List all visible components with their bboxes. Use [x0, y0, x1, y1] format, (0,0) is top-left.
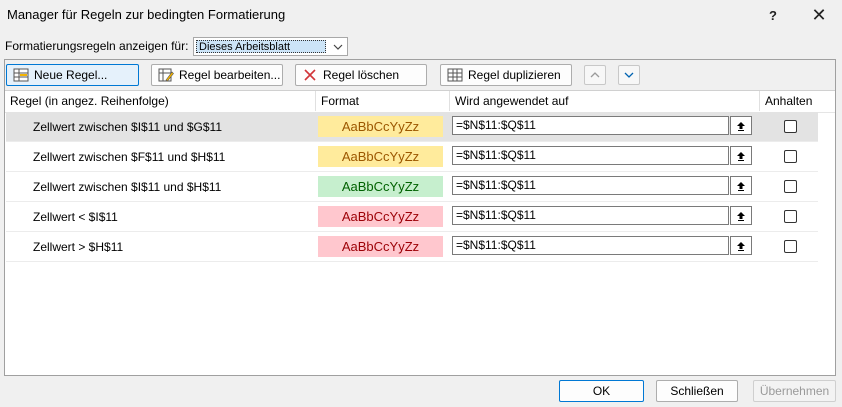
rule-description: Zellwert > $H$11 — [33, 240, 124, 254]
format-preview: AaBbCcYyZz — [318, 146, 443, 167]
move-up-button[interactable] — [584, 65, 606, 85]
collapse-range-button[interactable] — [730, 236, 752, 255]
edit-rule-button[interactable]: Regel bearbeiten... — [151, 64, 283, 86]
collapse-range-button[interactable] — [730, 176, 752, 195]
column-header-format: Format — [316, 91, 450, 111]
chevron-down-icon[interactable] — [329, 38, 347, 55]
format-preview: AaBbCcYyZz — [318, 116, 443, 137]
stop-if-true-checkbox[interactable] — [784, 240, 797, 253]
help-button[interactable]: ? — [750, 0, 796, 30]
rule-row[interactable]: Zellwert zwischen $I$11 und $G$11 AaBbCc… — [6, 112, 818, 142]
collapse-range-button[interactable] — [730, 116, 752, 135]
collapse-range-button[interactable] — [730, 146, 752, 165]
new-rule-label: Neue Regel... — [34, 68, 108, 82]
rule-row[interactable]: Zellwert zwischen $F$11 und $H$11 AaBbCc… — [6, 142, 818, 172]
stop-if-true-checkbox[interactable] — [784, 210, 797, 223]
window-title: Manager für Regeln zur bedingten Formati… — [7, 7, 286, 22]
column-header-rule: Regel (in angez. Reihenfolge) — [5, 91, 316, 111]
applies-to-input[interactable]: =$N$11:$Q$11 — [452, 206, 729, 225]
range-select-icon — [737, 181, 745, 191]
range-select-icon — [737, 211, 745, 221]
rule-row[interactable]: Zellwert zwischen $I$11 und $H$11 AaBbCc… — [6, 172, 818, 202]
format-preview: AaBbCcYyZz — [318, 206, 443, 227]
rule-description: Zellwert zwischen $I$11 und $H$11 — [33, 180, 222, 194]
applies-to-input[interactable]: =$N$11:$Q$11 — [452, 146, 729, 165]
format-preview: AaBbCcYyZz — [318, 176, 443, 197]
ok-button[interactable]: OK — [559, 380, 644, 402]
range-select-icon — [737, 151, 745, 161]
format-preview: AaBbCcYyZz — [318, 236, 443, 257]
move-down-button[interactable] — [618, 65, 640, 85]
stop-if-true-checkbox[interactable] — [784, 150, 797, 163]
show-rules-label: Formatierungsregeln anzeigen für: — [5, 39, 189, 53]
column-header-stop: Anhalten — [765, 94, 813, 108]
delete-rule-label: Regel löschen — [323, 68, 400, 82]
rule-description: Zellwert zwischen $F$11 und $H$11 — [33, 150, 226, 164]
edit-rule-icon — [158, 68, 174, 82]
delete-rule-button[interactable]: Regel löschen — [295, 64, 427, 86]
range-select-icon — [737, 121, 745, 131]
range-select-icon — [737, 241, 745, 251]
close-window-button[interactable]: ✕ — [796, 0, 842, 30]
stop-if-true-checkbox[interactable] — [784, 180, 797, 193]
close-button[interactable]: Schließen — [656, 380, 738, 402]
new-rule-button[interactable]: Neue Regel... — [6, 64, 139, 86]
duplicate-rule-button[interactable]: Regel duplizieren — [440, 64, 572, 86]
applies-to-input[interactable]: =$N$11:$Q$11 — [452, 236, 729, 255]
chevron-up-icon — [590, 72, 600, 78]
title-bar: Manager für Regeln zur bedingten Formati… — [0, 0, 842, 30]
show-rules-selected-value: Dieses Arbeitsblatt — [196, 40, 326, 53]
duplicate-icon — [447, 68, 463, 82]
rule-description: Zellwert < $I$11 — [33, 210, 118, 224]
duplicate-rule-label: Regel duplizieren — [468, 68, 561, 82]
applies-to-input[interactable]: =$N$11:$Q$11 — [452, 176, 729, 195]
rules-toolbar: Neue Regel... Regel bearbeiten... Regel … — [5, 60, 835, 91]
rule-row[interactable]: Zellwert > $H$11 AaBbCcYyZz =$N$11:$Q$11 — [6, 232, 818, 262]
column-header-applies-to: Wird angewendet auf — [450, 91, 760, 111]
stop-if-true-checkbox[interactable] — [784, 120, 797, 133]
rule-row[interactable]: Zellwert < $I$11 AaBbCcYyZz =$N$11:$Q$11 — [6, 202, 818, 232]
edit-rule-label: Regel bearbeiten... — [179, 68, 281, 82]
new-rule-icon — [13, 68, 29, 82]
show-rules-select[interactable]: Dieses Arbeitsblatt — [193, 37, 348, 56]
chevron-down-icon — [624, 72, 634, 78]
rule-description: Zellwert zwischen $I$11 und $G$11 — [33, 120, 222, 134]
apply-button[interactable]: Übernehmen — [753, 380, 836, 402]
applies-to-input[interactable]: =$N$11:$Q$11 — [452, 116, 729, 135]
collapse-range-button[interactable] — [730, 206, 752, 225]
delete-icon — [302, 68, 318, 82]
rules-panel: Neue Regel... Regel bearbeiten... Regel … — [4, 59, 836, 376]
